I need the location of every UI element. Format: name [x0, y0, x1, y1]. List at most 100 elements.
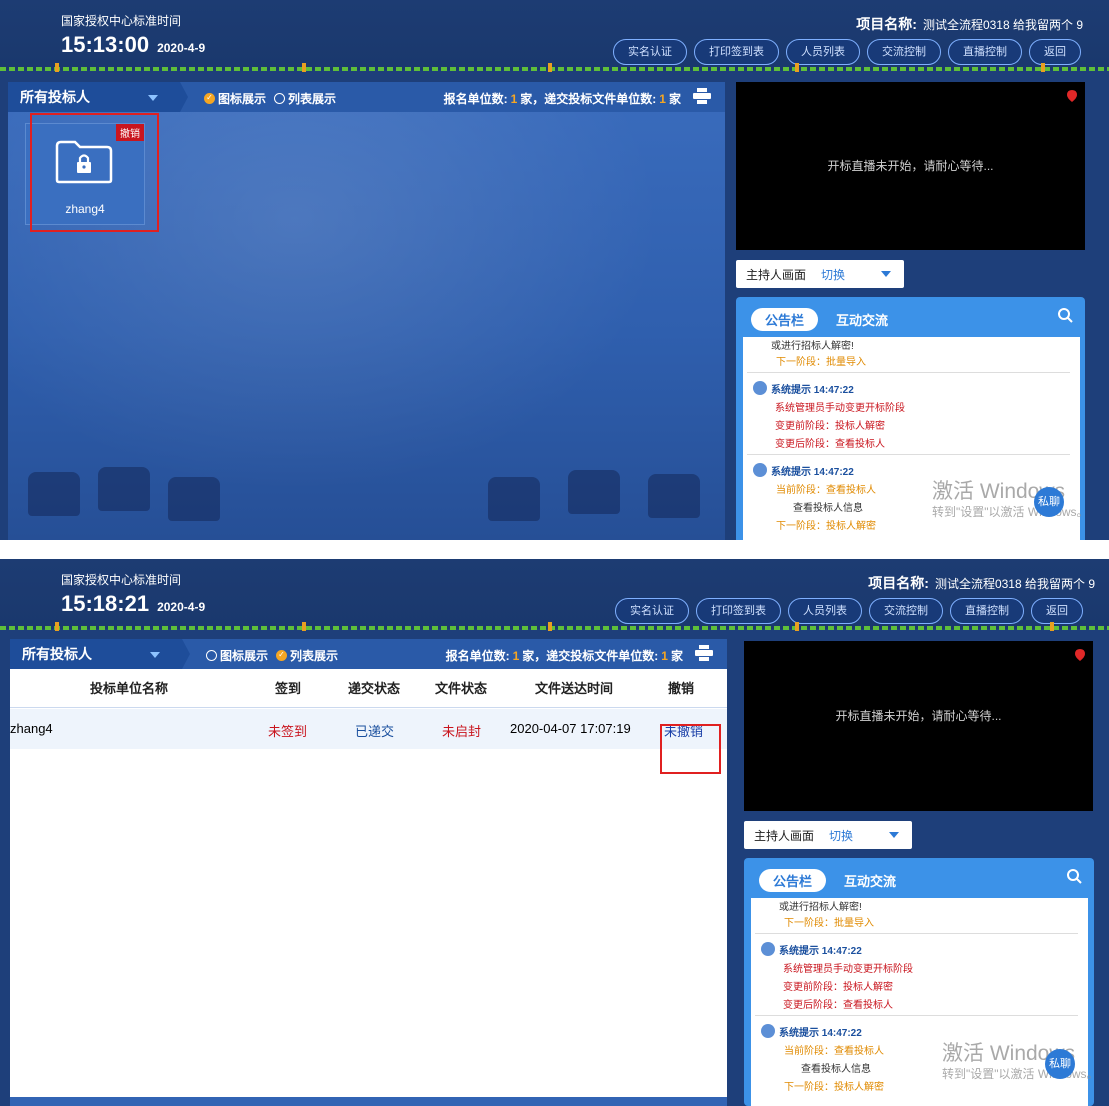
message-line: 变更后阶段：查看投标人 — [775, 439, 885, 450]
live-waiting-message: 开标直播未开始，请耐心等待... — [835, 709, 1002, 723]
registered-count: 1 — [512, 649, 520, 663]
count-suffix: 家 — [670, 649, 683, 663]
seat-shape — [28, 472, 80, 516]
icon-view-radio[interactable]: 图标展示 — [206, 647, 268, 664]
divider-marker — [795, 622, 799, 631]
tab-interaction[interactable]: 互动交流 — [836, 310, 888, 329]
all-bidders-dropdown[interactable]: 所有投标人 — [8, 82, 188, 112]
bidder-table: 投标单位名称 签到 递交状态 文件状态 文件送达时间 撤销 zhang4 未签到… — [10, 669, 727, 1097]
seat-shape — [98, 467, 150, 511]
column-header-revoke: 撤销 — [668, 681, 695, 696]
divider-marker — [1041, 63, 1045, 72]
live-video-area: 开标直播未开始，请耐心等待... — [736, 82, 1085, 250]
seat-shape — [488, 477, 540, 521]
private-chat-button[interactable]: 私聊 — [1045, 1049, 1075, 1079]
personnel-list-button[interactable]: 人员列表 — [786, 39, 860, 65]
icon-view-label: 图标展示 — [218, 92, 267, 106]
divider-marker — [302, 63, 306, 72]
search-icon[interactable] — [1057, 307, 1073, 323]
communication-control-button[interactable]: 交流控制 — [867, 39, 941, 65]
toolbar: 所有投标人 ✓ 图标展示 列表展示 报名单位数: 1 家，递交投标文件单位数: 1 家 — [8, 82, 725, 112]
standard-time-label: 国家授权中心标准时间 — [61, 573, 182, 587]
highlight-box — [660, 724, 721, 774]
divider-marker — [795, 63, 799, 72]
clock-time: 15:13:00 — [61, 32, 150, 57]
message-line: 查看投标人信息 — [801, 1064, 871, 1075]
all-bidders-label: 所有投标人 — [22, 646, 92, 662]
host-view-selector[interactable]: 主持人画面 切换 — [744, 821, 912, 849]
tab-bulletin[interactable]: 公告栏 — [751, 308, 819, 331]
live-control-button[interactable]: 直播控制 — [948, 39, 1022, 65]
live-control-button[interactable]: 直播控制 — [950, 598, 1024, 624]
switch-view-button[interactable]: 切换 — [829, 827, 853, 844]
host-view-label: 主持人画面 — [746, 268, 807, 282]
real-name-auth-button[interactable]: 实名认证 — [615, 598, 689, 624]
bidder-counts: 报名单位数: 1 家，递交投标文件单位数: 1 家 — [446, 647, 683, 664]
message-line: 下一阶段：投标人解密 — [784, 1082, 884, 1093]
back-button[interactable]: 返回 — [1029, 39, 1081, 65]
message-line: 变更后阶段：查看投标人 — [783, 1000, 893, 1011]
submitted-count: 1 — [659, 92, 666, 106]
switch-view-button[interactable]: 切换 — [821, 266, 845, 283]
header-divider — [10, 707, 727, 708]
header-bar: 国家授权中心标准时间 15:18:21 2020-4-9 项目名称: 测试全流程03… — [0, 559, 1109, 631]
icon-view-label: 图标展示 — [220, 649, 269, 663]
message-divider — [755, 933, 1078, 934]
project-name: 测试全流程0318 给我留两个 9 — [922, 18, 1083, 32]
system-notice-title: 系统提示 14:47:22 — [779, 946, 862, 957]
print-signin-sheet-button[interactable]: 打印签到表 — [694, 39, 779, 65]
divider-marker — [548, 63, 552, 72]
message-line: 当前阶段：查看投标人 — [776, 485, 876, 496]
tab-bulletin[interactable]: 公告栏 — [759, 869, 827, 892]
header-buttons: 实名认证 打印签到表 人员列表 交流控制 直播控制 返回 — [613, 39, 1081, 65]
all-bidders-dropdown[interactable]: 所有投标人 — [10, 639, 190, 669]
search-icon[interactable] — [1066, 868, 1082, 884]
print-signin-sheet-button[interactable]: 打印签到表 — [696, 598, 781, 624]
project-title: 项目名称: 测试全流程0318 给我留两个 9 — [856, 14, 1083, 34]
count-suffix: 家 — [668, 92, 681, 106]
back-button[interactable]: 返回 — [1031, 598, 1083, 624]
printer-icon[interactable] — [695, 645, 713, 661]
live-waiting-message: 开标直播未开始，请耐心等待... — [827, 159, 994, 173]
divider-marker — [548, 622, 552, 631]
clock-date: 2020-4-9 — [157, 41, 206, 55]
clock: 15:13:00 2020-4-9 — [61, 32, 205, 58]
cell-signin-status: 未签到 — [268, 724, 308, 739]
host-view-selector[interactable]: 主持人画面 切换 — [736, 260, 904, 288]
seat-shape — [648, 474, 700, 518]
header-divider — [0, 67, 1109, 71]
printer-icon[interactable] — [693, 88, 711, 104]
checked-icon: ✓ — [276, 650, 288, 661]
private-chat-button[interactable]: 私聊 — [1034, 487, 1064, 517]
avatar — [753, 381, 767, 395]
message-line: 下一阶段：批量导入 — [784, 918, 874, 929]
communication-control-button[interactable]: 交流控制 — [869, 598, 943, 624]
list-view-radio[interactable]: ✓ 列表展示 — [276, 647, 338, 664]
main-area: 所有投标人 图标展示 ✓ 列表展示 报名单位数: 1 家，递交投标文件单位数: 1 家 投… — [10, 639, 727, 1106]
cell-file-status: 未启封 — [442, 724, 482, 739]
screenshot-panel-list-view: 国家授权中心标准时间 15:18:21 2020-4-9 项目名称: 测试全流程03… — [0, 559, 1109, 1106]
project-label: 项目名称: — [856, 16, 917, 32]
live-video-area: 开标直播未开始，请耐心等待... — [744, 641, 1093, 811]
checked-icon: ✓ — [204, 93, 215, 104]
count-mid: 家，递交投标文件单位数: — [522, 649, 659, 663]
chevron-down-icon — [150, 652, 160, 658]
toolbar: 所有投标人 图标展示 ✓ 列表展示 报名单位数: 1 家，递交投标文件单位数: 1 家 — [10, 639, 727, 669]
message-line: 系统管理员手动变更开标阶段 — [775, 403, 905, 414]
list-view-radio[interactable]: 列表展示 — [274, 90, 336, 107]
table-row[interactable]: zhang4 未签到 已递交 未启封 2020-04-07 17:07:19 未… — [10, 709, 727, 749]
project-label: 项目名称: — [868, 575, 929, 591]
clock-date: 2020-4-9 — [157, 600, 206, 614]
unchecked-icon — [274, 93, 286, 104]
divider-marker — [302, 622, 306, 631]
real-name-auth-button[interactable]: 实名认证 — [613, 39, 687, 65]
tab-interaction[interactable]: 互动交流 — [844, 871, 896, 890]
system-notice-title: 系统提示 14:47:22 — [771, 385, 854, 396]
project-title: 项目名称: 测试全流程0318 给我留两个 9 — [868, 573, 1095, 593]
personnel-list-button[interactable]: 人员列表 — [788, 598, 862, 624]
divider-marker — [55, 622, 59, 631]
message-line: 变更前阶段：投标人解密 — [775, 421, 885, 432]
divider-marker — [55, 63, 59, 72]
cell-bidder-name: zhang4 — [10, 721, 53, 736]
icon-view-radio[interactable]: ✓ 图标展示 — [204, 90, 266, 107]
